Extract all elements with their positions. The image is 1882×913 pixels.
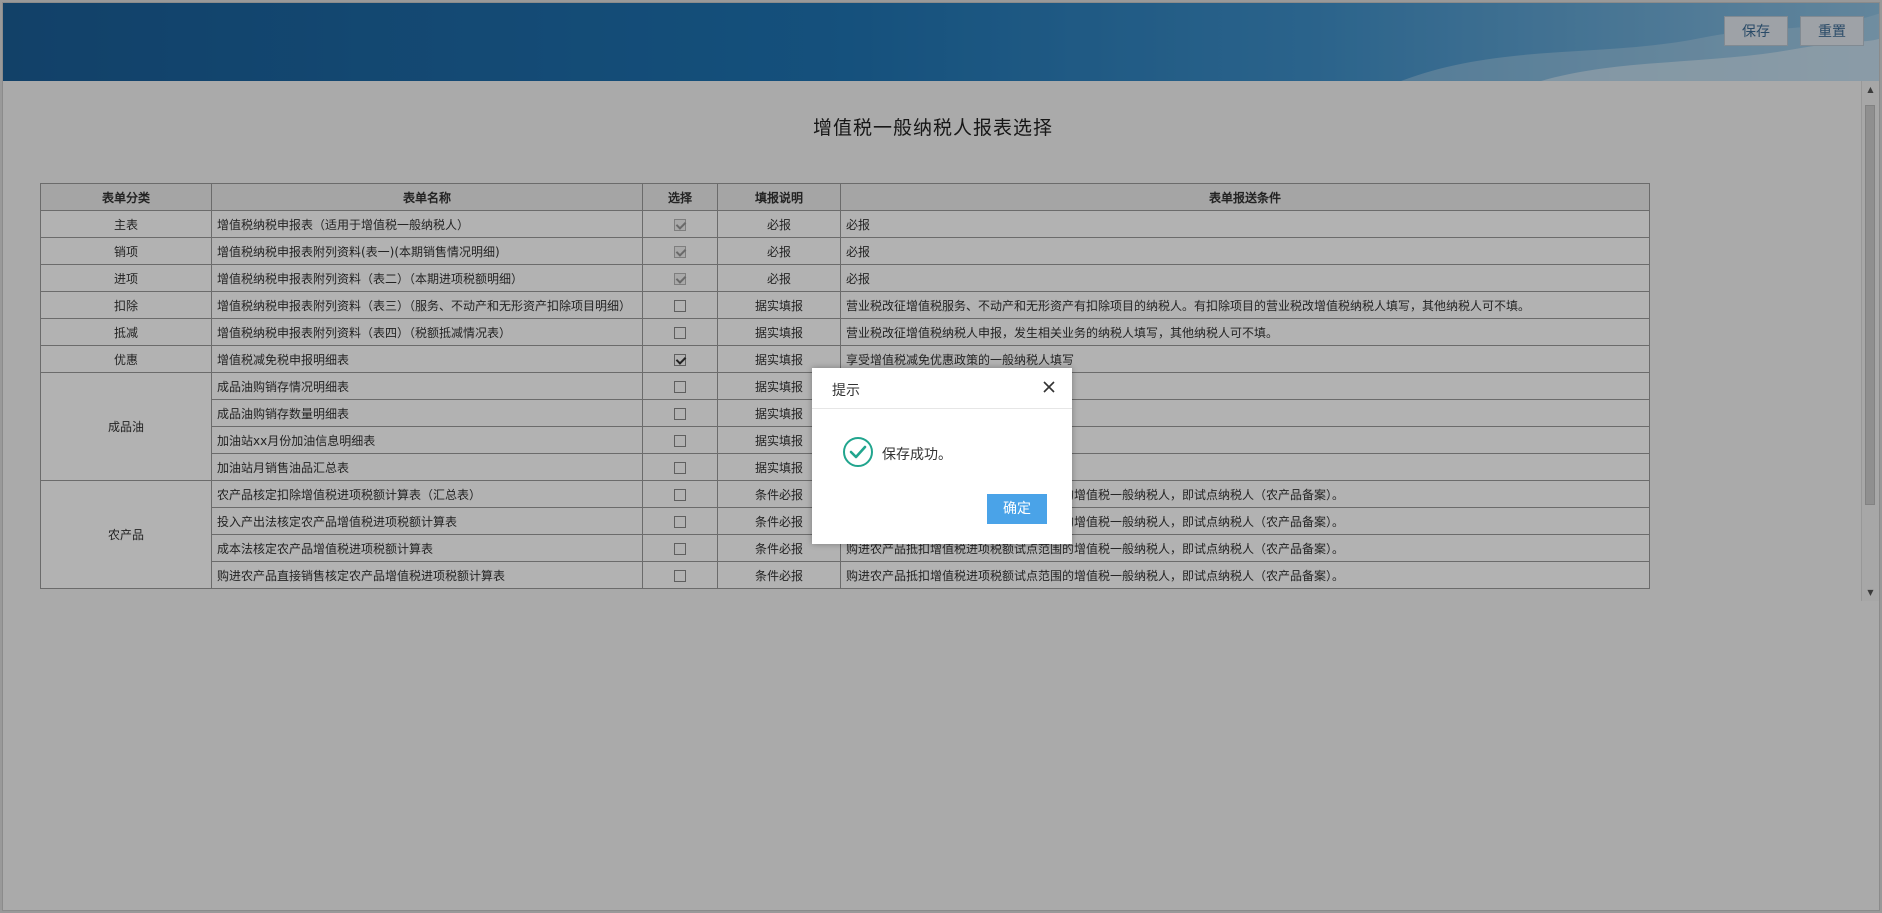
dialog-title: 提示 bbox=[832, 383, 860, 399]
alert-dialog: 提示 保存成功。 确定 bbox=[812, 368, 1072, 544]
success-check-icon bbox=[843, 437, 873, 467]
close-icon[interactable] bbox=[1040, 378, 1058, 396]
dialog-message: 保存成功。 bbox=[882, 447, 952, 463]
confirm-button[interactable]: 确定 bbox=[987, 494, 1047, 524]
dialog-header: 提示 bbox=[812, 368, 1072, 409]
